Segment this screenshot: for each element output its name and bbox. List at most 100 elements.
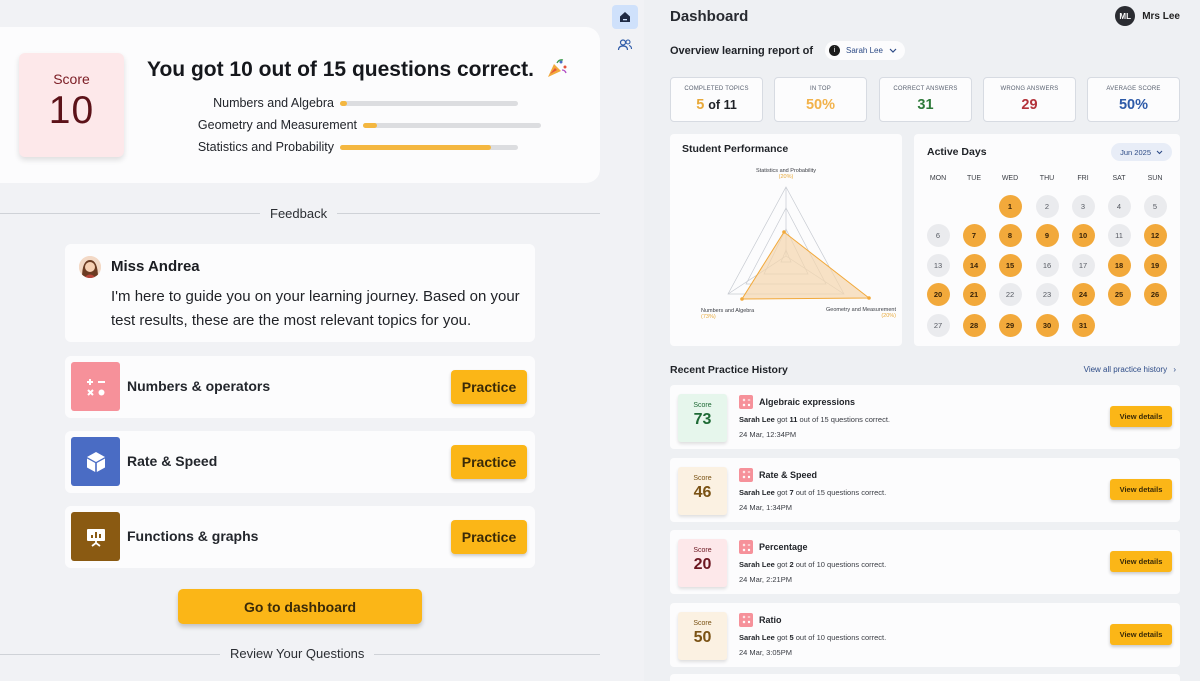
teacher-feedback-card: Miss Andrea I'm here to guide you on you… [65, 244, 535, 342]
history-topic-name: Algebraic expressions [759, 397, 856, 407]
review-heading: Review Your Questions [220, 646, 375, 661]
users-icon [617, 39, 633, 51]
practice-history-item: Score 73 Algebraic expressions Sarah Lee go… [670, 385, 1180, 449]
weekday-label: THU [1039, 175, 1055, 182]
view-details-button[interactable]: View details [1110, 551, 1172, 572]
calendar-day: 23 [1035, 282, 1059, 306]
practice-button[interactable]: Practice [451, 370, 527, 404]
axis-label-geometry: Geometry and Measurement (20%) [820, 307, 896, 319]
history-result-text: out of 10 questions correct. [795, 560, 887, 569]
history-got: got [776, 415, 788, 424]
axis-value: (20%) [778, 174, 794, 180]
topic-progress-numbers-algebra: Numbers and Algebra [0, 96, 600, 112]
dashboard-panel: Dashboard ML Mrs Lee Overview learning r… [644, 0, 1200, 681]
stat-label: COMPLETED TOPICS [684, 86, 749, 92]
home-nav-button[interactable] [612, 5, 638, 29]
view-all-label: View all practice history [1083, 365, 1168, 374]
calendar-day-active: 8 [998, 223, 1022, 247]
calendar-day-active: 18 [1107, 253, 1131, 277]
student-avatar: i [829, 45, 840, 56]
recommended-topic-card: Functions & graphs Practice [65, 506, 535, 568]
view-details-button[interactable]: View details [1110, 406, 1172, 427]
history-score-badge: Score 46 [678, 466, 727, 515]
user-menu[interactable]: ML Mrs Lee [1115, 6, 1180, 26]
stat-correct-answers: CORRECT ANSWERS 31 [879, 77, 972, 122]
history-topic-name: Rate & Speed [759, 469, 818, 480]
view-all-history-link[interactable]: View all practice history › [1084, 365, 1176, 374]
dashboard-title: Dashboard [670, 8, 749, 25]
calendar-day: 16 [1035, 253, 1059, 277]
calendar-day-active: 26 [1143, 282, 1167, 306]
calendar-day-active: 31 [1071, 313, 1095, 337]
axis-value: (20%) [881, 313, 896, 319]
calendar-day: 11 [1107, 223, 1131, 247]
history-score-badge: Score 50 [678, 611, 727, 660]
result-title: You got 10 out of 15 questions correct. [147, 58, 568, 82]
month-selector[interactable]: Jun 2025 [1111, 143, 1172, 161]
stat-value: 5 of 11 [671, 97, 762, 113]
panel-title: Active Days [927, 146, 987, 158]
chevron-down-icon [1156, 150, 1163, 154]
calendar-day-active: 29 [998, 313, 1022, 337]
axis-label-statistics: Statistics and Probability (20%) [720, 168, 852, 180]
stat-suffix: of 11 [708, 98, 737, 112]
results-panel: Score 10 You got 10 out of 15 questions … [0, 0, 608, 681]
student-selector[interactable]: i Sarah Lee [825, 41, 905, 60]
view-details-button[interactable]: View details [1110, 623, 1172, 645]
progress-track [363, 123, 541, 128]
history-description: Sarah Lee got 5 out of 10 questions corr… [739, 633, 886, 642]
history-date: 24 Mar, 3:05PM [739, 647, 792, 657]
progress-track [340, 145, 518, 150]
user-name: Mrs Lee [1142, 10, 1180, 22]
history-got: got [776, 487, 788, 497]
history-correct-count: 2 [789, 560, 794, 569]
topic-progress-label: Geometry and Measurement [197, 118, 357, 132]
calendar-day-active: 1 [998, 194, 1022, 218]
presentation-chart-icon [71, 512, 120, 561]
history-item-partial [670, 674, 1180, 681]
topic-progress-geometry: Geometry and Measurement [0, 118, 600, 134]
calendar-day-active: 15 [998, 253, 1022, 277]
stat-wrong-answers: WRONG ANSWERS 29 [983, 77, 1076, 122]
practice-history-item: Score 50 Ratio Sarah Lee got 5 out of 10 qu… [670, 602, 1180, 667]
teacher-name: Miss Andrea [111, 258, 200, 275]
calendar-day-active: 14 [962, 253, 986, 277]
teacher-message: I'm here to guide you on your learning j… [111, 288, 520, 329]
calendar-day: 27 [926, 313, 950, 337]
calendar-day-active: 9 [1035, 223, 1059, 247]
student-performance-panel: Student Performance Statistics and Proba… [670, 134, 902, 346]
history-date: 24 Mar, 2:21PM [739, 575, 792, 584]
practice-button[interactable]: Practice [451, 520, 527, 554]
practice-button[interactable]: Practice [451, 445, 527, 479]
chevron-down-icon [889, 48, 897, 53]
history-score-label: Score [693, 619, 712, 627]
users-nav-button[interactable] [612, 33, 638, 57]
weekday-label: FRI [1077, 175, 1089, 182]
calendar-day-active: 19 [1143, 253, 1167, 277]
axis-value: (73%) [701, 314, 716, 320]
calendar-day: 13 [926, 253, 950, 277]
nav-rail [608, 0, 644, 681]
cube-icon [71, 437, 120, 486]
practice-history-item: Score 20 Percentage Sarah Lee got 2 out of … [670, 530, 1180, 594]
history-correct-count: 7 [789, 487, 794, 497]
view-details-button[interactable]: View details [1110, 478, 1172, 500]
calendar-day-active: 25 [1107, 282, 1131, 306]
party-popper-icon [547, 59, 567, 77]
stat-label: CORRECT ANSWERS [893, 86, 958, 92]
weekday-label: MON [929, 175, 947, 182]
stat-in-top: IN TOP 50% [774, 77, 867, 122]
recommended-topic-card: Rate & Speed Practice [65, 431, 535, 493]
stat-number: 5 [696, 97, 705, 113]
calendar-day-active: 24 [1071, 282, 1095, 306]
stat-value: 31 [917, 97, 934, 113]
go-to-dashboard-button[interactable]: Go to dashboard [178, 589, 422, 624]
history-description: Sarah Lee got 11 out of 15 questions cor… [739, 415, 890, 424]
stat-value: 50% [1118, 97, 1149, 113]
history-score-label: Score [693, 402, 712, 409]
topic-title: Functions & graphs [127, 528, 259, 544]
history-date: 24 Mar, 12:34PM [739, 430, 797, 439]
stat-label: AVERAGE SCORE [1106, 86, 1161, 92]
history-date: 24 Mar, 1:34PM [739, 502, 792, 512]
weekday-label: WED [1001, 175, 1019, 182]
